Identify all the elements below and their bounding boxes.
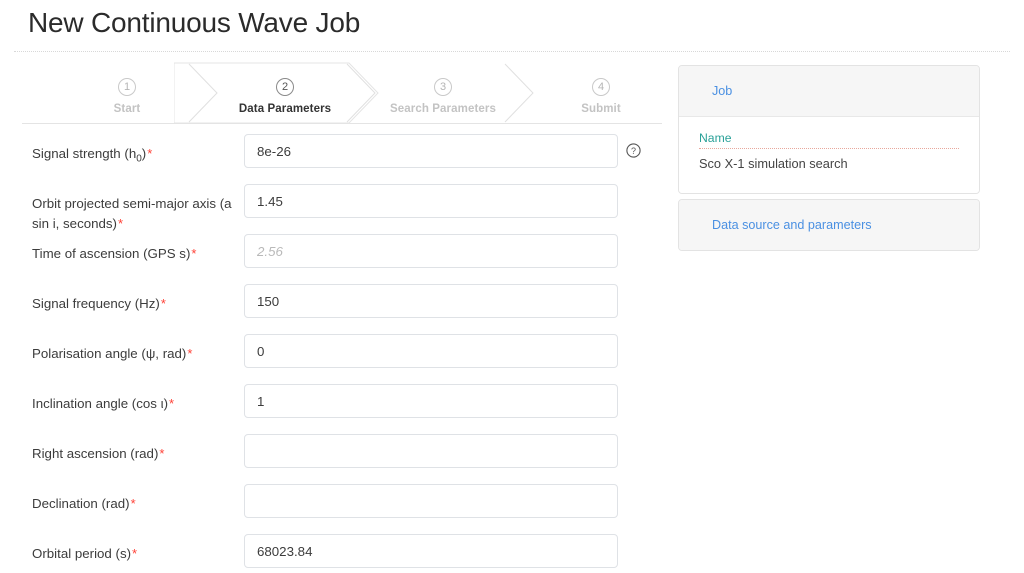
step-label-submit: Submit [581,103,621,115]
step-label-start: Start [113,103,141,115]
wizard-stepper: 1 Start 2 Data Parameters 3 Search Param… [22,62,662,124]
required-marker: * [159,446,165,461]
label-time-of-ascension-text: Time of ascension (GPS s) [32,246,191,261]
step-label-data-parameters: Data Parameters [238,103,332,115]
required-marker: * [132,546,138,561]
form-row-declination: Declination (rad)* [0,482,660,532]
label-signal-frequency: Signal frequency (Hz)* [32,294,237,314]
input-signal-frequency[interactable] [244,284,618,318]
label-signal-strength-pre: Signal strength (h [32,146,137,161]
panel-section-job: Job Name Sco X-1 simulation search [678,65,980,194]
label-declination: Declination (rad)* [32,494,237,514]
form-row-inclination-angle: Inclination angle (cos ι)* [0,382,660,432]
required-marker: * [130,496,136,511]
panel-label-name: Name [699,131,959,149]
panel-section-data-source: Data source and parameters [678,199,980,251]
form-row-time-of-ascension: Time of ascension (GPS s)* [0,232,660,282]
new-continuous-wave-job-page: New Continuous Wave Job 1 Start 2 Data P… [0,0,1024,573]
label-inclination-angle: Inclination angle (cos ι)* [32,394,237,414]
form-row-orbit-projected-semi-major-axis: Orbit projected semi-major axis (a sin i… [0,182,660,232]
input-time-of-ascension[interactable] [244,234,618,268]
form-row-signal-frequency: Signal frequency (Hz)* [0,282,660,332]
label-orbital-period-text: Orbital period (s) [32,546,132,561]
input-inclination-angle[interactable] [244,384,618,418]
panel-header-data-source-and-parameters[interactable]: Data source and parameters [679,200,979,250]
form-row-signal-strength: Signal strength (h0)* ? [0,132,660,182]
form-row-polarisation-angle: Polarisation angle (ψ, rad)* [0,332,660,382]
required-marker: * [160,296,166,311]
question-mark-circle-icon[interactable]: ? [626,143,641,158]
step-number-1: 1 [118,78,136,96]
step-start[interactable]: 1 Start [48,62,206,124]
step-number-3: 3 [434,78,452,96]
job-summary-panel: Job Name Sco X-1 simulation search Data … [678,65,980,256]
page-title: New Continuous Wave Job [28,7,361,38]
label-time-of-ascension: Time of ascension (GPS s)* [32,244,237,264]
required-marker: * [118,216,124,231]
required-marker: * [169,396,175,411]
label-orbit-text: Orbit projected semi-major axis (a sin i… [32,196,232,231]
step-data-parameters[interactable]: 2 Data Parameters [206,62,364,124]
label-right-ascension-text: Right ascension (rad) [32,446,159,461]
step-number-2: 2 [276,78,294,96]
label-orbit-projected-semi-major-axis: Orbit projected semi-major axis (a sin i… [32,194,237,234]
label-polarisation-angle-text: Polarisation angle (ψ, rad) [32,346,187,361]
label-declination-text: Declination (rad) [32,496,130,511]
data-parameters-form: Signal strength (h0)* ? Orbit projected … [0,132,660,573]
form-row-right-ascension: Right ascension (rad)* [0,432,660,482]
label-right-ascension: Right ascension (rad)* [32,444,237,464]
input-declination[interactable] [244,484,618,518]
input-signal-strength[interactable] [244,134,618,168]
step-submit[interactable]: 4 Submit [522,62,680,124]
input-polarisation-angle[interactable] [244,334,618,368]
required-marker: * [147,146,153,161]
input-right-ascension[interactable] [244,434,618,468]
label-signal-frequency-text: Signal frequency (Hz) [32,296,160,311]
label-signal-strength-post: ) [141,146,147,161]
required-marker: * [191,246,197,261]
input-orbital-period[interactable] [244,534,618,568]
label-inclination-angle-text: Inclination angle (cos ι) [32,396,168,411]
step-number-4: 4 [592,78,610,96]
title-divider [14,51,1010,52]
label-orbital-period: Orbital period (s)* [32,544,237,564]
label-signal-strength: Signal strength (h0)* [32,144,237,170]
panel-value-name: Sco X-1 simulation search [699,156,848,171]
form-row-orbital-period: Orbital period (s)* [0,532,660,573]
panel-header-job[interactable]: Job [679,66,979,116]
step-label-search-parameters: Search Parameters [390,103,496,115]
required-marker: * [187,346,193,361]
step-search-parameters[interactable]: 3 Search Parameters [364,62,522,124]
label-polarisation-angle: Polarisation angle (ψ, rad)* [32,344,237,364]
svg-text:?: ? [631,146,636,156]
panel-body-job: Name Sco X-1 simulation search [679,116,979,193]
input-orbit-projected-semi-major-axis[interactable] [244,184,618,218]
